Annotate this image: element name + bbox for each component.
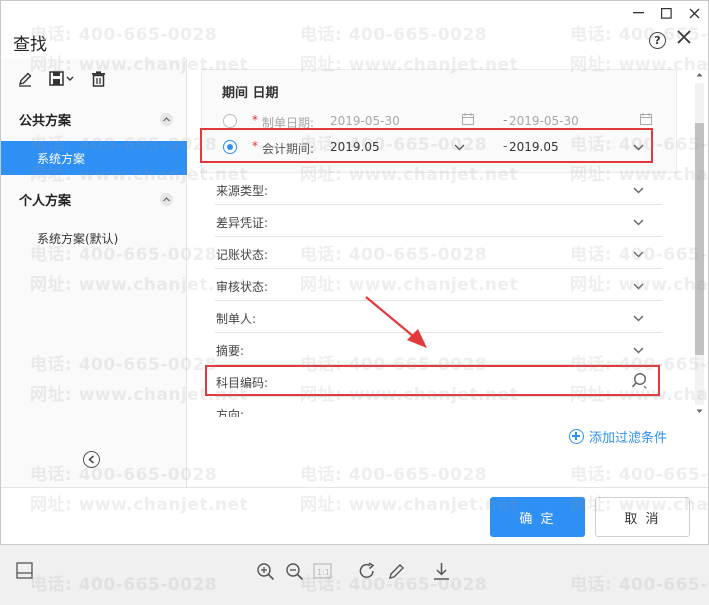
- scrollbar-thumb[interactable]: [695, 123, 704, 355]
- zoom-in-icon[interactable]: [256, 562, 275, 584]
- maximize-button[interactable]: [652, 1, 680, 25]
- actual-size-icon[interactable]: 1:1: [313, 562, 332, 584]
- svg-text:1:1: 1:1: [317, 568, 330, 577]
- chevron-down-icon[interactable]: [633, 311, 644, 325]
- chevron-down-icon[interactable]: [633, 343, 644, 357]
- chevron-down-icon[interactable]: [633, 247, 644, 261]
- calendar-icon[interactable]: [462, 113, 474, 128]
- layout-icon[interactable]: [16, 562, 34, 583]
- chevron-down-icon[interactable]: [633, 183, 644, 197]
- scheme-toolbar: [1, 59, 187, 99]
- highlight-account-code: [205, 365, 660, 396]
- filter-label: 记账状态:: [216, 248, 269, 262]
- annotation-arrow: [365, 296, 427, 348]
- personal-scheme-header[interactable]: 个人方案: [1, 183, 187, 215]
- window-close-button[interactable]: [680, 1, 708, 25]
- filter-summary[interactable]: 摘要:: [215, 333, 662, 365]
- filter-difference-voucher[interactable]: 差异凭证:: [215, 205, 662, 237]
- scheme-item-system[interactable]: 系统方案: [1, 141, 187, 175]
- filter-direction[interactable]: 方向:: [215, 397, 662, 417]
- vertical-scrollbar[interactable]: [693, 69, 705, 417]
- scheme-item-system-default[interactable]: 系统方案(默认): [1, 221, 187, 255]
- public-scheme-header[interactable]: 公共方案: [1, 103, 187, 135]
- rotate-icon[interactable]: [358, 562, 377, 584]
- chevron-down-icon[interactable]: [633, 279, 644, 293]
- filter-label: 方向:: [216, 408, 245, 417]
- filter-posting-status[interactable]: 记账状态:: [215, 237, 662, 269]
- filter-panel: 期间 日期 * 制单日期: 2019-05-30 - 2019-05-30 * …: [188, 59, 708, 487]
- find-dialog: 查找 ? 公共方案 系统方案 个人方案 系统方案(默认) 期间 日期 * 制单日…: [0, 0, 709, 545]
- date-range-dash: -: [503, 113, 508, 127]
- filter-label: 审核状态:: [216, 280, 269, 294]
- document-date-to[interactable]: 2019-05-30: [509, 114, 579, 128]
- plus-circle-icon: [569, 429, 584, 444]
- download-icon[interactable]: [432, 562, 451, 584]
- chevron-up-icon[interactable]: [160, 112, 173, 126]
- filter-label: 来源类型:: [216, 184, 269, 198]
- filter-source-type[interactable]: 来源类型:: [215, 173, 662, 205]
- personal-scheme-label: 个人方案: [19, 193, 72, 209]
- chevron-up-icon[interactable]: [160, 192, 173, 206]
- filter-label: 差异凭证:: [216, 216, 269, 230]
- viewer-toolbar: 1:1: [0, 545, 709, 605]
- footer-divider: [1, 487, 708, 488]
- date-section-title: 期间 日期: [222, 86, 279, 101]
- document-date-from[interactable]: 2019-05-30: [330, 114, 400, 128]
- collapse-left-icon[interactable]: [83, 451, 100, 468]
- help-icon[interactable]: ?: [649, 32, 666, 49]
- filter-audit-status[interactable]: 审核状态:: [215, 269, 662, 301]
- pencil-icon[interactable]: [387, 562, 406, 584]
- save-icon[interactable]: [49, 71, 75, 87]
- add-filter-label: 添加过滤条件: [589, 431, 668, 446]
- calendar-icon[interactable]: [640, 113, 652, 128]
- delete-icon[interactable]: [91, 71, 106, 87]
- dialog-title: 查找: [13, 35, 47, 55]
- confirm-button[interactable]: 确 定: [490, 497, 585, 537]
- minimize-button[interactable]: [624, 1, 652, 25]
- highlight-accounting-period: [200, 128, 653, 163]
- window-controls: [624, 1, 708, 25]
- filter-label: 摘要:: [216, 344, 245, 358]
- document-date-radio[interactable]: [223, 114, 237, 128]
- close-icon[interactable]: [676, 28, 692, 50]
- add-filter-link[interactable]: 添加过滤条件: [569, 427, 667, 446]
- filter-label: 制单人:: [216, 312, 257, 326]
- chevron-down-icon[interactable]: [633, 215, 644, 229]
- scheme-panel: 公共方案 系统方案 个人方案 系统方案(默认): [1, 59, 187, 487]
- filter-creator[interactable]: 制单人:: [215, 301, 662, 333]
- public-scheme-label: 公共方案: [19, 113, 72, 129]
- required-mark: *: [252, 113, 258, 127]
- edit-icon[interactable]: [17, 71, 33, 87]
- zoom-out-icon[interactable]: [285, 562, 304, 584]
- cancel-button[interactable]: 取 消: [595, 497, 690, 537]
